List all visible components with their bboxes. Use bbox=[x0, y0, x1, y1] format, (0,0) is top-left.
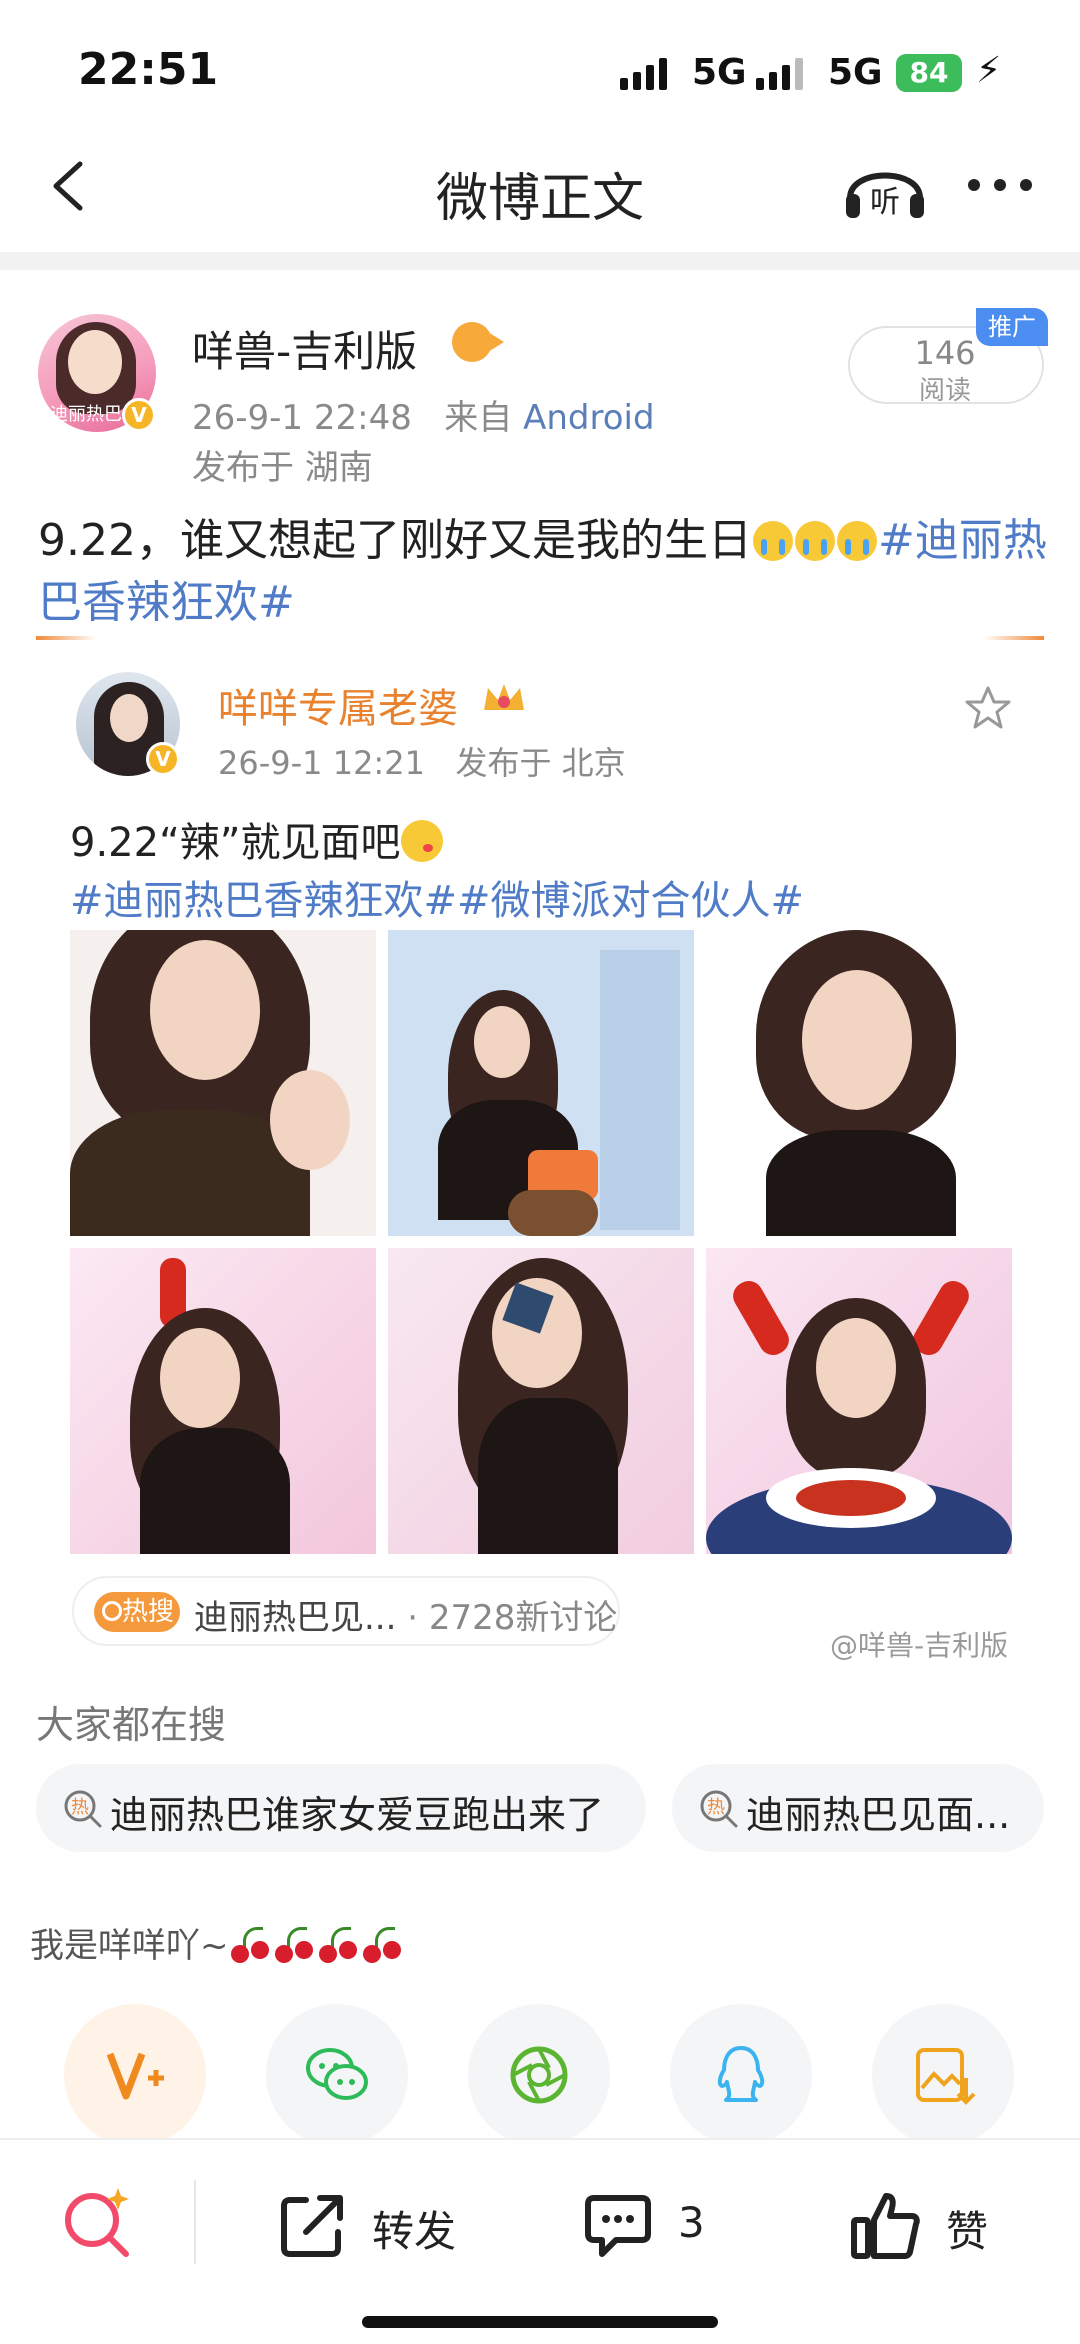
crying-emoji-icon bbox=[752, 521, 793, 561]
bottom-bar-divider bbox=[194, 2180, 196, 2264]
top-nav: 微博正文 听 bbox=[0, 120, 1080, 250]
share-title: 我是咩咩吖~ bbox=[30, 1918, 405, 1967]
signal-icon-2 bbox=[756, 58, 803, 90]
repost-meta: 26-9-1 12:21 发布于 北京 bbox=[218, 738, 626, 784]
hot-search-icon: 热 bbox=[700, 1790, 738, 1828]
repost-timestamp: 26-9-1 12:21 bbox=[218, 744, 425, 782]
author-avatar[interactable]: 迪丽热巴 V bbox=[38, 314, 156, 432]
author-name[interactable]: 咩兽-吉利版 bbox=[192, 318, 417, 379]
photo-2[interactable] bbox=[388, 930, 694, 1236]
thumbs-up-icon bbox=[851, 2193, 920, 2259]
comment-count: 3 bbox=[678, 2198, 705, 2247]
svg-text:热: 热 bbox=[71, 1797, 89, 1818]
share-vplus-button[interactable] bbox=[64, 2004, 206, 2146]
reads-label: 阅读 bbox=[918, 376, 971, 406]
like-label: 赞 bbox=[946, 2207, 989, 2256]
post-timestamp: 26-9-1 22:48 bbox=[192, 398, 412, 438]
charging-icon: ⚡ bbox=[976, 50, 1002, 91]
repost-location: 发布于 北京 bbox=[455, 744, 626, 782]
save-image-icon bbox=[916, 2048, 976, 2105]
wechat-icon bbox=[306, 2048, 368, 2100]
crying-emoji-icon bbox=[836, 521, 877, 561]
photo-1[interactable] bbox=[70, 930, 376, 1236]
share-wechat-button[interactable] bbox=[266, 2004, 408, 2146]
share-save-image-button[interactable] bbox=[872, 2004, 1014, 2146]
like-button[interactable]: 赞 bbox=[850, 2190, 1030, 2260]
comment-button[interactable]: 3 bbox=[582, 2190, 742, 2260]
cherry-icon bbox=[274, 1923, 317, 1965]
headphones-icon: 听 bbox=[846, 172, 924, 220]
vplus-icon bbox=[106, 2052, 164, 2100]
search-chip-2[interactable]: 热 迪丽热巴见面... bbox=[672, 1764, 1044, 1852]
photo-5[interactable] bbox=[388, 1248, 694, 1554]
listen-button[interactable]: 听 bbox=[840, 146, 930, 226]
searching-title: 大家都在搜 bbox=[36, 1703, 227, 1747]
repost-button[interactable]: 转发 bbox=[276, 2190, 476, 2260]
post-body: 9.22，谁又想起了刚好又是我的生日 #迪丽热巴香辣狂欢# bbox=[38, 510, 1048, 634]
hot-topic: 迪丽热巴见... bbox=[194, 1598, 397, 1638]
super-search-icon[interactable] bbox=[58, 2182, 138, 2262]
repost-vip-badge-icon: V bbox=[146, 742, 180, 776]
home-indicator[interactable] bbox=[362, 2316, 718, 2328]
cherry-icon bbox=[362, 1923, 405, 1965]
moments-icon bbox=[510, 2046, 568, 2104]
post-meta: 26-9-1 22:48 来自 Android bbox=[192, 390, 655, 439]
fish-badge-icon bbox=[452, 322, 504, 362]
share-title-text: 我是咩咩吖~ bbox=[30, 1926, 229, 1966]
watermark: @咩兽-吉利版 bbox=[830, 1629, 1009, 1662]
search-chip-label: 迪丽热巴见面... bbox=[746, 1793, 1011, 1837]
network-type-1: 5G bbox=[692, 52, 747, 93]
more-options-icon[interactable] bbox=[960, 160, 1040, 210]
repost-author-name[interactable]: 咩咩专属老婆 bbox=[218, 676, 458, 734]
post-source[interactable]: Android bbox=[523, 398, 654, 438]
photo-4[interactable] bbox=[70, 1248, 376, 1554]
bottom-action-bar: 转发 3 赞 bbox=[0, 2138, 1080, 2344]
signal-icon bbox=[620, 58, 667, 90]
photo-3[interactable] bbox=[706, 930, 1012, 1236]
hot-search-tag: 热搜 bbox=[94, 1592, 180, 1632]
status-bar: 22:51 5G 5G 84 ⚡ bbox=[0, 0, 1080, 120]
kiss-emoji-icon bbox=[400, 820, 443, 862]
repost-text: 9.22“辣”就见面吧 bbox=[70, 810, 443, 868]
repost-text-line: 9.22“辣”就见面吧 bbox=[70, 820, 401, 866]
repost-hashtags[interactable]: #迪丽热巴香辣狂欢##微博派对合伙人# bbox=[70, 868, 804, 926]
crown-badge-icon bbox=[484, 684, 524, 710]
hot-search-pill[interactable]: 热搜 迪丽热巴见... · 2728新讨论 bbox=[72, 1576, 620, 1646]
listen-label: 听 bbox=[870, 185, 900, 220]
photo-6[interactable] bbox=[706, 1248, 1012, 1554]
repost-divider bbox=[36, 636, 1044, 640]
share-moments-button[interactable] bbox=[468, 2004, 610, 2146]
post-text: 9.22，谁又想起了刚好又是我的生日 bbox=[38, 515, 752, 566]
repost-label: 转发 bbox=[372, 2207, 457, 2256]
qq-icon bbox=[717, 2046, 765, 2102]
hot-discussion-count: · 2728新讨论 bbox=[407, 1598, 618, 1638]
repost-icon bbox=[281, 2195, 343, 2257]
hot-search-icon: 热 bbox=[64, 1790, 102, 1828]
share-qq-button[interactable] bbox=[670, 2004, 812, 2146]
search-chip-label: 迪丽热巴谁家女爱豆跑出来了 bbox=[110, 1793, 605, 1837]
network-type-2: 5G bbox=[828, 52, 883, 93]
cherry-icon bbox=[230, 1923, 273, 1965]
weibo-post-page: 22:51 5G 5G 84 ⚡ 微博正文 听 迪丽热巴 V 咩兽-吉利版 26… bbox=[0, 0, 1080, 2344]
vip-badge-icon: V bbox=[122, 398, 156, 432]
crying-emoji-icon bbox=[794, 521, 835, 561]
battery-indicator: 84 bbox=[896, 54, 962, 92]
comment-icon bbox=[585, 2195, 651, 2257]
search-chip-1[interactable]: 热 迪丽热巴谁家女爱豆跑出来了 bbox=[36, 1764, 646, 1852]
nav-separator bbox=[0, 252, 1080, 270]
svg-text:热: 热 bbox=[707, 1797, 725, 1818]
post-location: 发布于 湖南 bbox=[192, 448, 373, 488]
status-time: 22:51 bbox=[78, 44, 219, 95]
hot-search-text: 迪丽热巴见... · 2728新讨论 bbox=[194, 1590, 617, 1639]
promo-badge[interactable]: 推广 bbox=[976, 308, 1048, 346]
favorite-star-icon[interactable] bbox=[964, 684, 1012, 732]
cherry-icon bbox=[318, 1923, 361, 1965]
avatar-text: 迪丽热巴 bbox=[50, 404, 122, 425]
source-prefix: 来自 bbox=[444, 398, 513, 438]
